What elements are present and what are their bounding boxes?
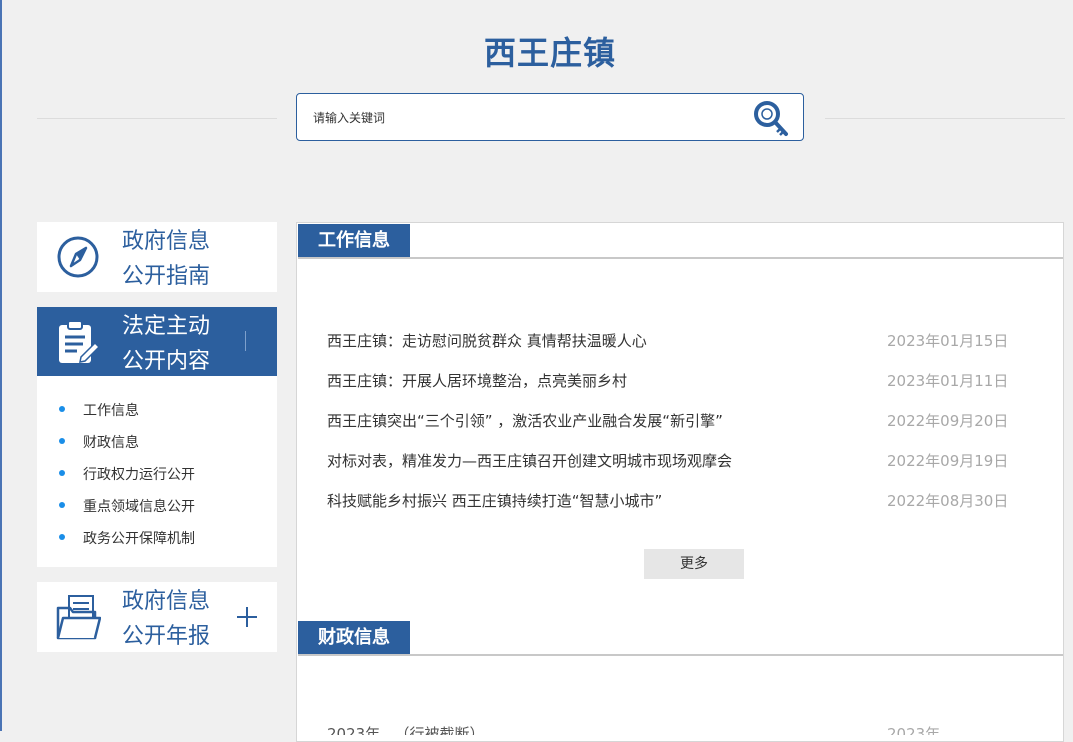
sidebar-card-divider bbox=[245, 331, 246, 351]
section-divider bbox=[298, 257, 1063, 259]
sidebar-card-title: 政府信息 公开年报 bbox=[122, 589, 211, 649]
bullet-dot bbox=[59, 502, 65, 508]
news-date: 2022年09月20日 bbox=[887, 412, 1009, 430]
header-divider-left bbox=[37, 118, 277, 119]
sidebar-sub-list: 工作信息 财政信息 行政权力运行公开 重点领域信息公开 政务公开保障机制 bbox=[37, 376, 277, 567]
sidebar-card-title: 政府信息 公开指南 bbox=[122, 229, 211, 289]
header-divider-right bbox=[825, 118, 1065, 119]
sidebar-item-key-areas[interactable]: 重点领域信息公开 bbox=[59, 496, 195, 516]
compass-icon bbox=[57, 236, 99, 278]
sidebar-item-admin-power[interactable]: 行政权力运行公开 bbox=[59, 464, 195, 484]
sidebar-card-disclosure-guide[interactable]: 政府信息 公开指南 bbox=[37, 222, 277, 292]
news-title-link[interactable]: 对标对表，精准发力—西王庄镇召开创建文明城市现场观摩会 bbox=[327, 450, 732, 471]
news-title-link[interactable]: 科技赋能乡村振兴 西王庄镇持续打造“智慧小城市” bbox=[327, 490, 662, 511]
news-row-partial: 2023年...（行被截断） 2023年... bbox=[327, 721, 1027, 735]
news-row: 西王庄镇：开展人居环境整治，点亮美丽乡村 2023年01月11日 bbox=[327, 370, 1009, 391]
news-date: 2023年01月11日 bbox=[887, 372, 1009, 390]
bullet-dot bbox=[59, 534, 65, 540]
news-date: 2022年09月19日 bbox=[887, 452, 1009, 470]
news-title-link[interactable]: 西王庄镇：开展人居环境整治，点亮美丽乡村 bbox=[327, 370, 627, 391]
window-left-edge bbox=[0, 0, 2, 731]
section-divider bbox=[298, 654, 1063, 656]
search-input[interactable] bbox=[311, 106, 735, 130]
bullet-dot bbox=[59, 406, 65, 412]
news-date: 2023年... bbox=[887, 725, 955, 735]
content-panel: 工作信息 西王庄镇：走访慰问脱贫群众 真情帮扶温暖人心 2023年01月15日 … bbox=[296, 222, 1064, 742]
search-bar bbox=[296, 93, 804, 141]
sidebar-item-finance-info[interactable]: 财政信息 bbox=[59, 432, 139, 452]
news-row: 西王庄镇：走访慰问脱贫群众 真情帮扶温暖人心 2023年01月15日 bbox=[327, 330, 1009, 351]
section-heading-work-info: 工作信息 bbox=[298, 224, 410, 258]
bullet-dot bbox=[59, 470, 65, 476]
news-row: 科技赋能乡村振兴 西王庄镇持续打造“智慧小城市” 2022年08月30日 bbox=[327, 490, 1009, 511]
sidebar-item-work-info[interactable]: 工作信息 bbox=[59, 400, 139, 420]
news-title-link[interactable]: 西王庄镇：走访慰问脱贫群众 真情帮扶温暖人心 bbox=[327, 330, 647, 351]
clipboard-edit-icon bbox=[59, 320, 101, 363]
sidebar-card-annual-report[interactable]: 政府信息 公开年报 bbox=[37, 582, 277, 652]
plus-icon[interactable] bbox=[237, 607, 257, 627]
sidebar-item-guarantee[interactable]: 政务公开保障机制 bbox=[59, 528, 195, 548]
news-date: 2022年08月30日 bbox=[887, 492, 1009, 510]
news-row: 对标对表，精准发力—西王庄镇召开创建文明城市现场观摩会 2022年09月19日 bbox=[327, 450, 1009, 471]
sidebar-card-active-disclosure[interactable]: 法定主动 公开内容 bbox=[37, 307, 277, 376]
more-button[interactable]: 更多 bbox=[644, 549, 744, 579]
sidebar-card-title: 法定主动 公开内容 bbox=[122, 314, 211, 374]
site-title: 西王庄镇 bbox=[483, 34, 616, 72]
news-title-link[interactable]: 2023年...（行被截断） bbox=[327, 723, 484, 735]
folder-documents-icon bbox=[56, 595, 101, 640]
search-key-icon bbox=[754, 101, 788, 136]
news-title-link[interactable]: 西王庄镇突出“三个引领” ，激活农业产业融合发展“新引擎” bbox=[327, 410, 723, 431]
news-row: 西王庄镇突出“三个引领” ，激活农业产业融合发展“新引擎” 2022年09月20… bbox=[327, 410, 1009, 431]
search-button[interactable] bbox=[751, 98, 793, 138]
news-date: 2023年01月15日 bbox=[887, 332, 1009, 350]
bullet-dot bbox=[59, 438, 65, 444]
section-heading-finance-info: 财政信息 bbox=[298, 621, 410, 655]
